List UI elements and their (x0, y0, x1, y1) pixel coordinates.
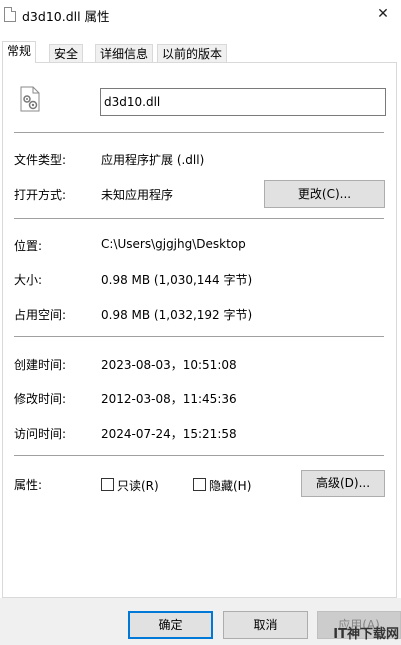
tab-general[interactable]: 常规 (2, 41, 37, 63)
divider (14, 336, 384, 337)
divider (14, 218, 384, 219)
opens-with-label: 打开方式: (14, 188, 67, 202)
general-panel (2, 62, 397, 598)
size-label: 大小: (14, 273, 43, 287)
modified-label: 修改时间: (14, 392, 67, 406)
cancel-button[interactable]: 取消 (223, 611, 308, 639)
size-on-disk-label: 占用空间: (14, 308, 67, 322)
title-bar: d3d10.dll 属性 ✕ (0, 0, 401, 30)
attributes-label: 属性: (14, 478, 43, 492)
tab-bar: 常规 安全 详细信息 以前的版本 (0, 41, 401, 63)
location-value: C:\Users\gjgjhg\Desktop (101, 237, 246, 251)
divider (14, 455, 384, 456)
readonly-checkbox[interactable] (101, 478, 114, 491)
location-label: 位置: (14, 239, 43, 253)
close-button[interactable]: ✕ (371, 3, 395, 25)
created-value: 2023-08-03，10:51:08 (101, 358, 237, 372)
tab-previous-versions[interactable]: 以前的版本 (157, 44, 228, 63)
modified-value: 2012-03-08，11:45:36 (101, 392, 237, 406)
accessed-value: 2024-07-24，15:21:58 (101, 427, 237, 441)
dialog-footer: 确定 取消 应用(A) IT神下载网 (0, 598, 401, 645)
watermark: IT神下载网 (333, 627, 399, 642)
tab-security[interactable]: 安全 (49, 44, 84, 63)
accessed-label: 访问时间: (14, 427, 67, 441)
file-type-value: 应用程序扩展 (.dll) (101, 153, 205, 167)
file-type-label: 文件类型: (14, 153, 67, 167)
window-title: d3d10.dll 属性 (22, 9, 110, 24)
hidden-checkbox[interactable] (193, 478, 206, 491)
size-value: 0.98 MB (1,030,144 字节) (101, 273, 253, 287)
dll-file-icon (20, 86, 40, 112)
advanced-button[interactable]: 高级(D)... (301, 470, 385, 497)
readonly-label[interactable]: 只读(R) (117, 477, 159, 494)
tab-details[interactable]: 详细信息 (95, 44, 154, 63)
divider (14, 132, 384, 133)
file-name-field[interactable] (100, 88, 386, 116)
hidden-label[interactable]: 隐藏(H) (209, 477, 251, 494)
file-icon (4, 7, 16, 22)
opens-with-value: 未知应用程序 (101, 188, 174, 202)
created-label: 创建时间: (14, 358, 67, 372)
ok-button[interactable]: 确定 (128, 611, 213, 639)
size-on-disk-value: 0.98 MB (1,032,192 字节) (101, 308, 253, 322)
change-button[interactable]: 更改(C)... (264, 180, 385, 208)
